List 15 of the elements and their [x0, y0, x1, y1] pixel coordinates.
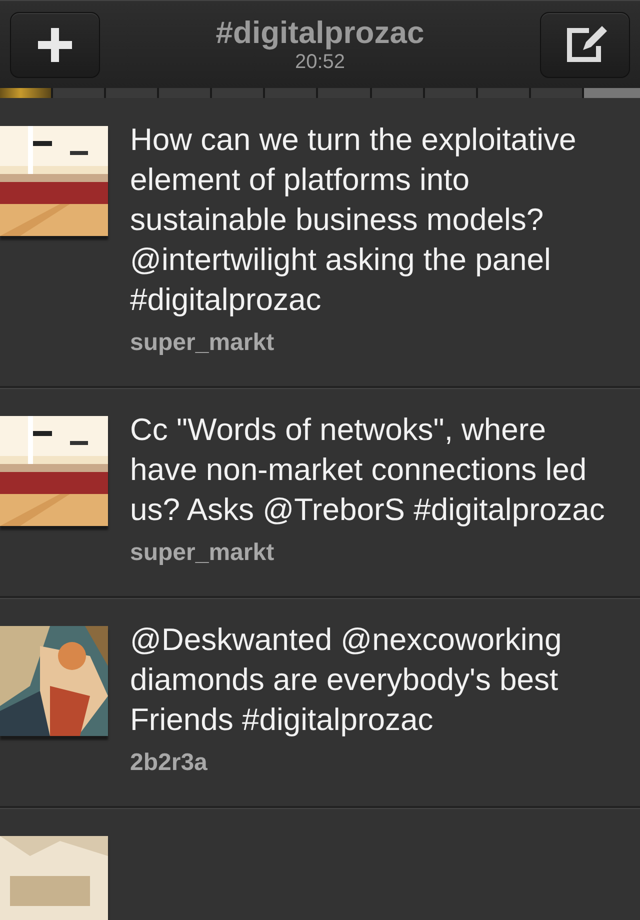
tweet-row[interactable]: @Deskwanted @nexcoworking diamonds are everybody's best Friends #digitalprozac 2b2r3a	[0, 598, 640, 808]
page-segment[interactable]	[0, 88, 52, 98]
tweet-text: @Deskwanted @nexcoworking diamonds are everybody's best Friends #digitalprozac	[130, 621, 563, 739]
header-time: 20:52	[294, 50, 346, 74]
tweet-username: 2b2r3a	[130, 748, 208, 778]
tweet-row[interactable]: Cc "Words of netwoks", where have non-market connections led us? Asks @TreborS #digitalprozac super_markt	[0, 388, 640, 598]
tweet-text: Cc "Words of netwoks", where have non-market connections led us? Asks @TreborS #digitalprozac	[130, 411, 606, 529]
compose-button[interactable]	[540, 12, 630, 78]
add-button[interactable]	[10, 12, 100, 78]
tweet-text: How can we turn the exploitative element of platforms into sustainable business models? @intertwilight asking the panel #digitalprozac	[130, 121, 578, 319]
tweet-username: super_markt	[130, 328, 276, 358]
tweet-row[interactable]: How can we turn the exploitative element of platforms into sustainable business models? @intertwilight asking the panel #digitalprozac super_markt	[0, 98, 640, 388]
plus-icon	[36, 26, 74, 64]
header-title: #digitalprozac	[216, 16, 424, 50]
tweet-username: super_markt	[130, 538, 276, 568]
